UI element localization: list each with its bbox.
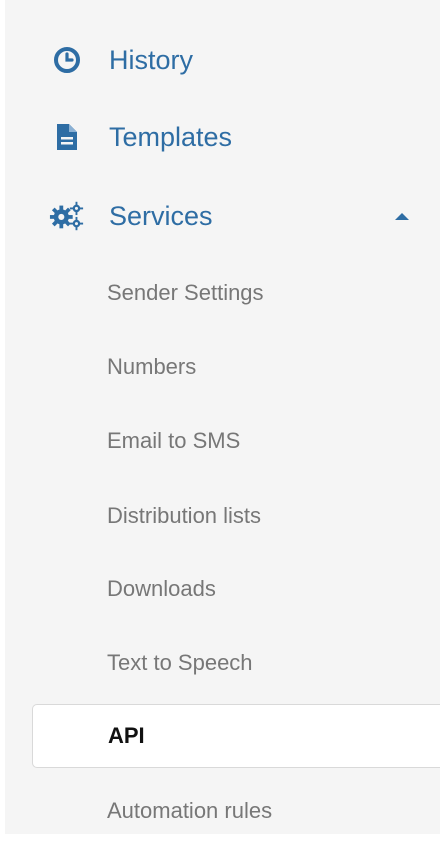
nav-item-label: History — [109, 44, 194, 75]
submenu-item-label: Downloads — [107, 576, 216, 601]
submenu-item-numbers[interactable]: Numbers — [5, 336, 440, 398]
nav-item-services[interactable]: Services — [5, 186, 440, 246]
submenu-item-label: Sender Settings — [107, 280, 264, 305]
gears-icon — [49, 198, 85, 234]
sidebar-nav: History Templates Services Sender Settin… — [5, 0, 440, 834]
submenu-item-label: Email to SMS — [107, 428, 241, 453]
submenu-item-distribution-lists[interactable]: Distribution lists — [5, 485, 440, 547]
submenu-item-automation-rules[interactable]: Automation rules — [5, 780, 440, 842]
submenu-item-label: API — [108, 723, 145, 748]
nav-item-label: Services — [109, 200, 213, 231]
submenu-item-label: Automation rules — [107, 798, 273, 823]
caret-up-icon[interactable] — [393, 207, 411, 225]
nav-item-label: Templates — [109, 121, 233, 152]
nav-item-templates[interactable]: Templates — [5, 107, 440, 167]
submenu-item-label: Text to Speech — [107, 650, 253, 675]
submenu-item-text-to-speech[interactable]: Text to Speech — [5, 632, 440, 694]
submenu-item-label: Numbers — [107, 354, 197, 379]
file-icon — [49, 119, 85, 155]
submenu-item-label: Distribution lists — [107, 503, 262, 528]
submenu-item-downloads[interactable]: Downloads — [5, 558, 440, 620]
submenu-item-email-to-sms[interactable]: Email to SMS — [5, 410, 440, 472]
submenu-item-api[interactable]: API — [32, 704, 440, 768]
nav-item-history[interactable]: History — [5, 30, 440, 90]
clock-icon — [49, 42, 85, 78]
submenu-item-sender-settings[interactable]: Sender Settings — [5, 262, 440, 324]
